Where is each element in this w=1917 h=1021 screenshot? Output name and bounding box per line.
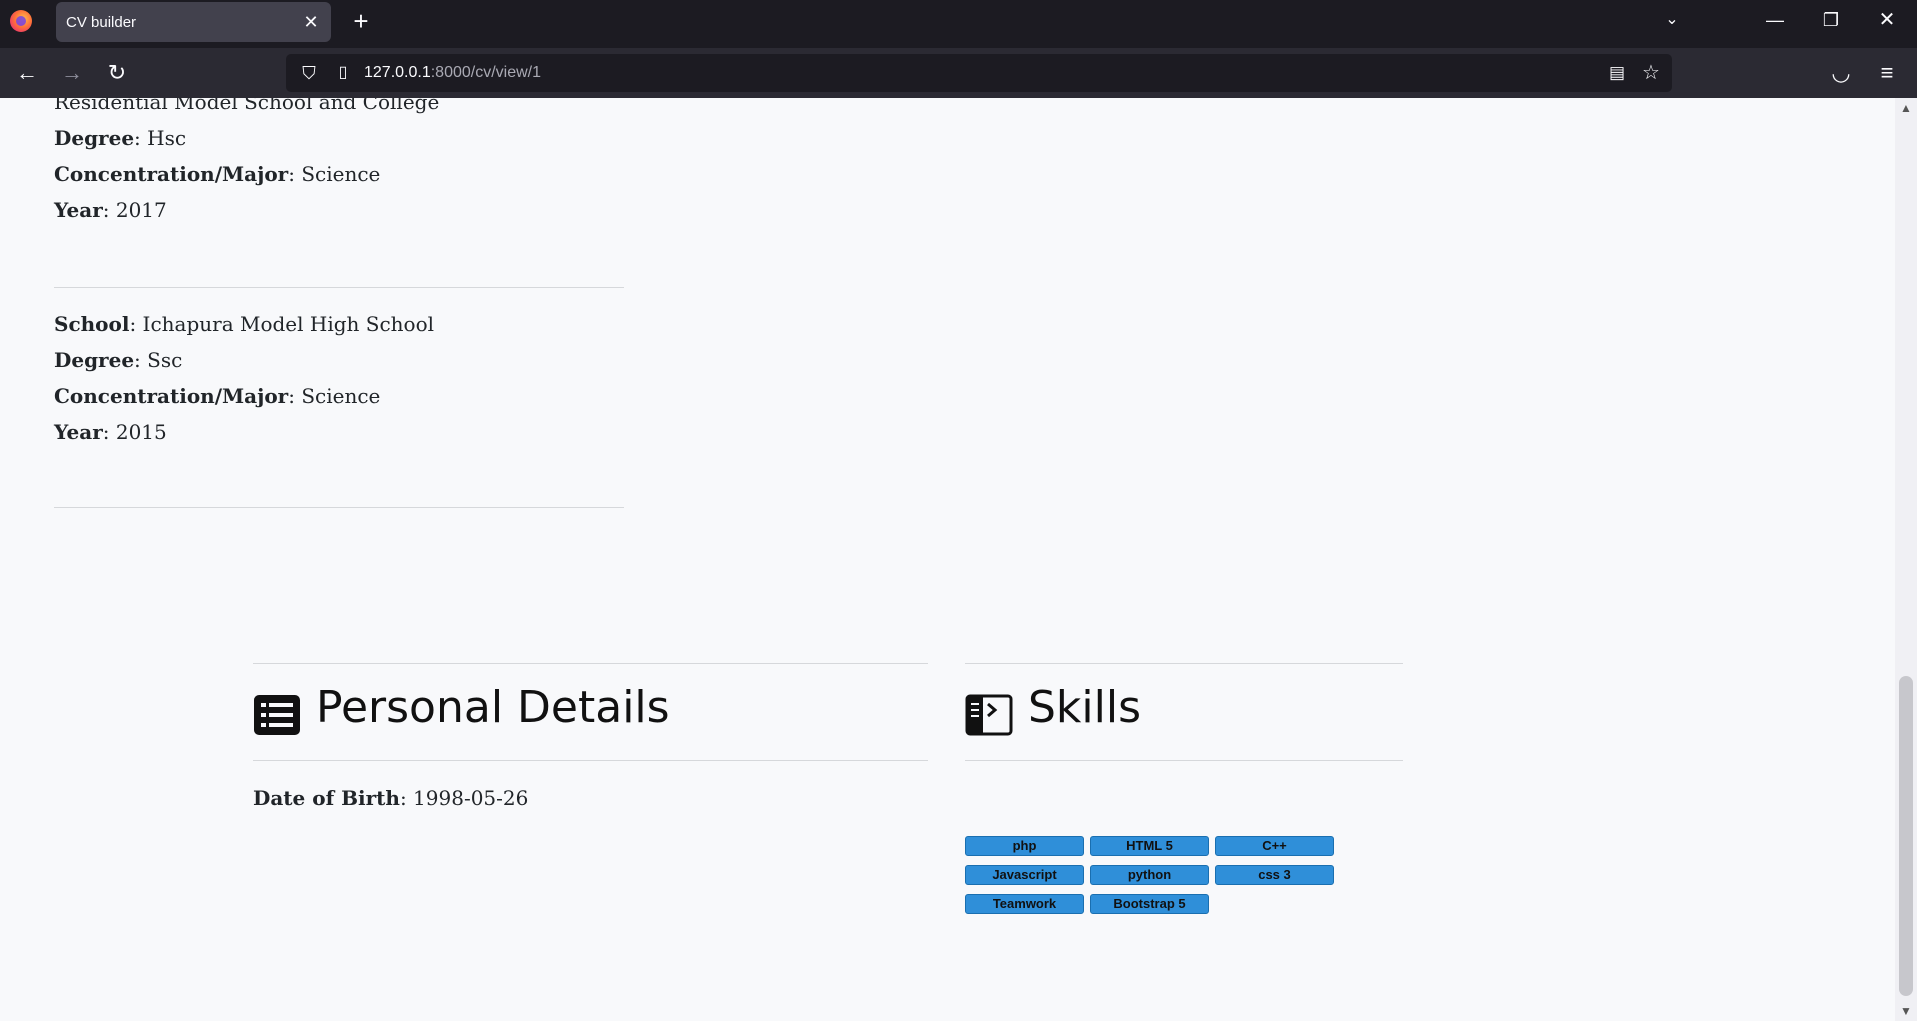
dob-label: Date of Birth (253, 786, 400, 810)
firefox-logo-icon (10, 10, 32, 32)
skill-chip: Teamwork (965, 894, 1084, 914)
major-line: Concentration/Major: Science (54, 162, 380, 186)
page-content: Residential Model School and College Deg… (0, 98, 1895, 1021)
minimize-window-icon[interactable]: — (1752, 0, 1798, 40)
education-divider (54, 287, 624, 288)
url-host: 127.0.0.1 (364, 64, 431, 81)
skill-chip: php (965, 836, 1084, 856)
school-label: School (54, 312, 130, 336)
skill-chip: python (1090, 865, 1209, 885)
list-icon (254, 695, 300, 735)
vertical-scrollbar[interactable]: ▲ ▼ (1895, 98, 1917, 1021)
url-path: :8000/cv/view/1 (430, 64, 542, 81)
tab-title: CV builder (66, 14, 137, 31)
browser-tab[interactable]: CV builder ✕ (56, 2, 331, 42)
personal-top-rule (253, 663, 928, 664)
hamburger-menu-icon[interactable]: ≡ (1870, 56, 1904, 90)
skill-chip: Javascript (965, 865, 1084, 885)
new-tab-icon[interactable]: + (346, 6, 376, 36)
browser-tab-bar: CV builder ✕ + ⌄ — ❐ ✕ (0, 0, 1917, 48)
pocket-icon[interactable]: ◡ (1824, 56, 1858, 90)
url-bar[interactable]: ⛉ ▯ 127.0.0.1:8000/cv/view/1 ▤ ☆ (286, 54, 1672, 92)
page-info-icon[interactable]: ▯ (328, 54, 358, 92)
list-all-tabs-icon[interactable]: ⌄ (1649, 0, 1695, 40)
school-name-partial: Residential Model School and College (54, 98, 440, 114)
scroll-down-arrow-icon[interactable]: ▼ (1895, 1001, 1917, 1021)
year-line: Year: 2015 (54, 420, 167, 444)
back-arrow-icon[interactable]: ← (10, 56, 44, 90)
major-line: Concentration/Major: Science (54, 384, 380, 408)
personal-bottom-rule (253, 760, 928, 761)
major-label: Concentration/Major (54, 384, 289, 408)
year-label: Year (54, 198, 103, 222)
bookmark-star-icon[interactable]: ☆ (1636, 54, 1666, 92)
school-value: : Ichapura Model High School (129, 312, 435, 336)
degree-label: Degree (54, 126, 135, 150)
major-value: : Science (288, 162, 381, 186)
skill-chip: C++ (1215, 836, 1334, 856)
reader-view-icon[interactable]: ▤ (1602, 54, 1632, 92)
skill-chip: HTML 5 (1090, 836, 1209, 856)
year-label: Year (54, 420, 103, 444)
scrollbar-thumb[interactable] (1899, 676, 1913, 996)
degree-value: : Hsc (134, 126, 187, 150)
degree-value: : Ssc (134, 348, 183, 372)
skills-list: php HTML 5 C++ Javascript python css 3 T… (965, 836, 1345, 914)
browser-nav-bar: ← → ↻ ⛉ ▯ 127.0.0.1:8000/cv/view/1 ▤ ☆ ◡… (0, 48, 1917, 98)
shield-icon[interactable]: ⛉ (294, 54, 324, 92)
year-value: : 2017 (102, 198, 167, 222)
skill-chip: Bootstrap 5 (1090, 894, 1209, 914)
degree-line: Degree: Hsc (54, 126, 186, 150)
terminal-sidebar-icon (965, 694, 1013, 736)
dob-value: : 1998-05-26 (399, 786, 529, 810)
url-text[interactable]: 127.0.0.1:8000/cv/view/1 (364, 64, 541, 82)
restore-window-icon[interactable]: ❐ (1808, 0, 1854, 40)
skills-bottom-rule (965, 760, 1403, 761)
year-line: Year: 2017 (54, 198, 167, 222)
skill-chip: css 3 (1215, 865, 1334, 885)
major-label: Concentration/Major (54, 162, 289, 186)
personal-details-title: Personal Details (316, 682, 670, 733)
degree-line: Degree: Ssc (54, 348, 182, 372)
date-of-birth: Date of Birth: 1998-05-26 (253, 786, 528, 810)
reload-icon[interactable]: ↻ (100, 56, 134, 90)
education-divider (54, 507, 624, 508)
skills-title: Skills (1028, 682, 1142, 733)
degree-label: Degree (54, 348, 135, 372)
close-window-icon[interactable]: ✕ (1864, 0, 1910, 40)
year-value: : 2015 (102, 420, 167, 444)
tab-close-icon[interactable]: ✕ (299, 10, 323, 34)
school-line: School: Ichapura Model High School (54, 312, 434, 336)
major-value: : Science (288, 384, 381, 408)
forward-arrow-icon[interactable]: → (55, 56, 89, 90)
scroll-up-arrow-icon[interactable]: ▲ (1895, 98, 1917, 118)
skills-top-rule (965, 663, 1403, 664)
